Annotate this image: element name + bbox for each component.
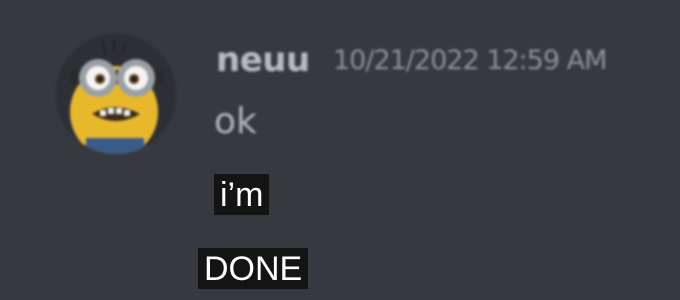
message-text: ok [214,101,257,142]
message-author[interactable]: neuu [216,40,310,80]
minion-avatar-icon[interactable] [56,34,176,154]
caption-line-1: i’m [214,174,270,215]
message-timestamp: 10/21/2022 12:59 AM [333,45,607,76]
chat-message: neuu 10/21/2022 12:59 AM ok [0,0,680,160]
caption-line-2: DONE [198,248,309,289]
